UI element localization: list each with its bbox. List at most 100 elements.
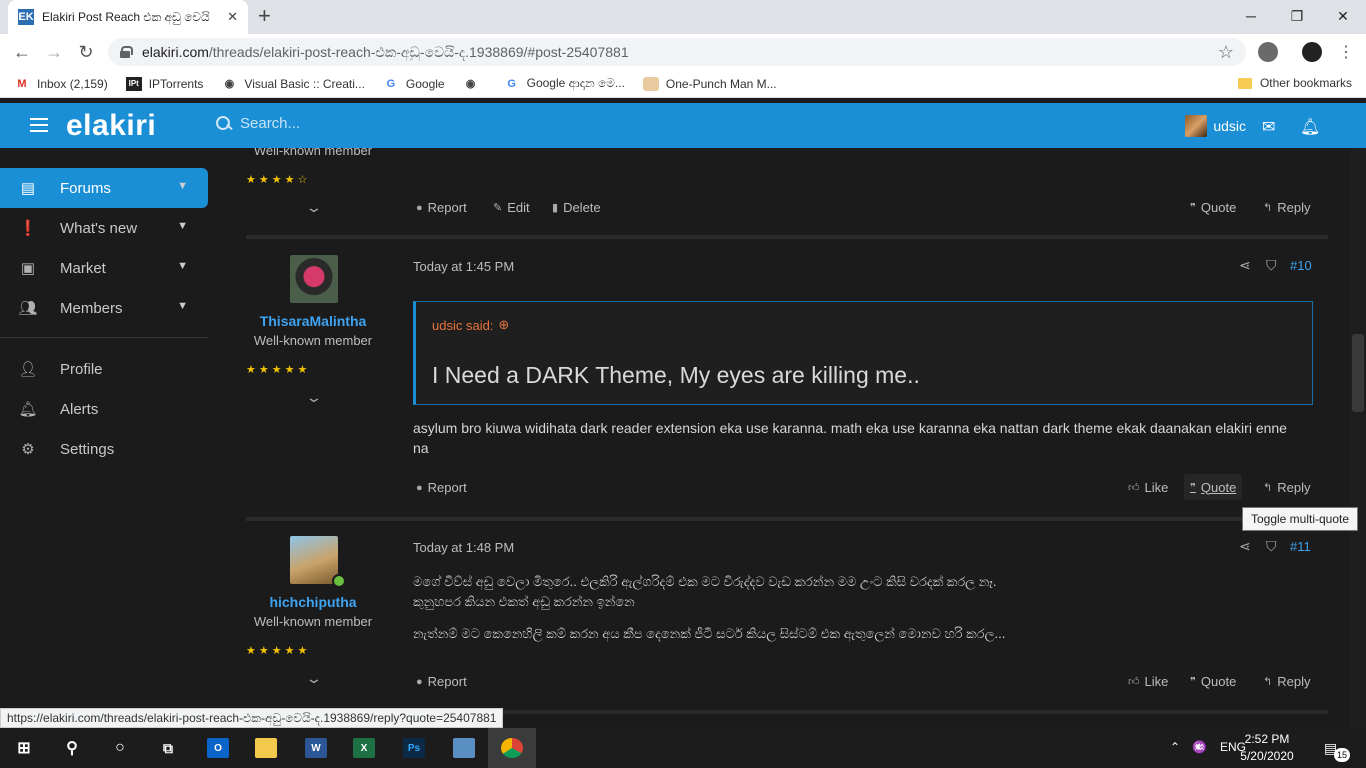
quote-icon: ❞ (1190, 202, 1196, 214)
bookmark-item[interactable]: ◉ (463, 77, 486, 91)
reply-button[interactable]: ↰ Reply (1263, 674, 1310, 689)
chevron-down-icon[interactable]: ⌄ (305, 670, 323, 687)
sidebar-divider (0, 337, 208, 338)
settings-icon: ⚙ (21, 441, 35, 458)
volume-icon[interactable]: 🔈︎ (1196, 739, 1203, 754)
like-button[interactable]: 👍︎ Like (1128, 480, 1168, 495)
chevron-down-icon[interactable]: ▼ (177, 220, 188, 232)
tray-overflow-icon[interactable]: ⌃ (1170, 740, 1180, 754)
bookmark-icon[interactable]: ⛉ (1266, 257, 1277, 274)
lock-icon (120, 46, 133, 58)
arrow-up-circle-icon[interactable]: ⊕ (498, 317, 509, 333)
edit-button[interactable]: ✎ Edit (493, 200, 530, 215)
report-button[interactable]: ● Report (416, 674, 467, 689)
window-close-button[interactable]: ✕ (1320, 0, 1366, 32)
bell-icon[interactable]: 🔔︎ (1300, 117, 1320, 137)
quote-block: udsic said: ⊕ I Need a DARK Theme, My eye… (413, 301, 1313, 405)
bookmark-item[interactable]: G Google (383, 77, 445, 91)
quote-author[interactable]: udsic said: ⊕ (432, 317, 509, 333)
sidebar-item-whats-new[interactable]: ❗ What's new ▼ (0, 208, 208, 248)
like-button[interactable]: 👍︎ Like (1128, 674, 1168, 689)
post-divider (246, 517, 1328, 521)
link-status-bar: https://elakiri.com/threads/elakiri-post… (0, 708, 504, 728)
bookmark-item[interactable]: G Google ආදාන මෙ... (504, 76, 625, 91)
chevron-down-icon[interactable]: ⌄ (305, 389, 323, 406)
site-logo[interactable]: elakiri (66, 109, 156, 143)
post-date[interactable]: Today at 1:45 PM (413, 259, 514, 274)
start-button[interactable]: ⊞ (0, 728, 48, 768)
maximize-button[interactable]: ❐ (1274, 0, 1320, 32)
address-bar[interactable]: elakiri.com/threads/elakiri-post-reach-එ… (108, 38, 1246, 66)
chevron-down-icon[interactable]: ▼ (177, 180, 188, 192)
report-button[interactable]: ● Report (416, 480, 467, 495)
back-button[interactable]: ← (10, 40, 34, 64)
browser-menu-icon[interactable]: ⋮ (1334, 40, 1358, 64)
browser-tab[interactable]: EK Elakiri Post Reach එක අඩු වෙයි ✕ (8, 0, 248, 34)
post-username[interactable]: hichchiputha (238, 594, 388, 610)
chevron-down-icon[interactable]: ⌄ (305, 199, 323, 216)
sidebar-item-settings[interactable]: ⚙ Settings (0, 429, 208, 469)
tab-close-icon[interactable]: ✕ (227, 9, 238, 25)
reply-button[interactable]: ↰ Reply (1263, 200, 1310, 215)
cortana-button[interactable]: ○ (96, 728, 144, 768)
sidebar-item-alerts[interactable]: 🔔︎ Alerts (0, 389, 208, 429)
word-app[interactable]: W (292, 728, 340, 768)
profile-avatar[interactable] (1302, 42, 1322, 62)
bookmark-item[interactable]: IPt IPTorrents (125, 76, 203, 91)
bookmark-item[interactable]: ◉ Visual Basic :: Creati... (221, 77, 365, 91)
post-number[interactable]: #10 (1290, 258, 1312, 273)
minimize-button[interactable]: ─ (1228, 0, 1274, 32)
avatar[interactable] (290, 255, 338, 303)
bookmark-item[interactable]: M Inbox (2,159) (14, 77, 107, 91)
sidebar: ▤ Forums ▼ ❗ What's new ▼ ▣ Market ▼ 👥︎ … (0, 148, 216, 727)
quote-button[interactable]: ❞ Quote (1190, 674, 1236, 689)
elakiri-favicon-icon: EK (18, 9, 34, 25)
reload-button[interactable]: ↻ (74, 40, 98, 64)
system-clock[interactable]: 2:52 PM 5/20/2020 (1232, 731, 1302, 765)
post-number[interactable]: #11 (1290, 539, 1311, 554)
bookmark-star-icon[interactable]: ☆ (1218, 42, 1234, 63)
chevron-down-icon[interactable]: ▼ (177, 300, 188, 312)
report-button[interactable]: ● Report (416, 200, 467, 215)
chevron-down-icon[interactable]: ▼ (177, 260, 188, 272)
task-view-button[interactable]: ⧉ (144, 728, 192, 768)
quote-button[interactable]: ❞ Quote (1190, 200, 1236, 215)
photoshop-app[interactable]: Ps (390, 728, 438, 768)
search-bar[interactable]: Search... (216, 115, 300, 132)
sidebar-item-market[interactable]: ▣ Market ▼ (0, 248, 208, 288)
post-username[interactable]: ThisaraMalintha (238, 313, 388, 329)
post-date[interactable]: Today at 1:48 PM (413, 540, 514, 555)
excel-icon: X (353, 738, 375, 758)
share-icon[interactable]: ⋖ (1239, 538, 1251, 555)
forward-button[interactable]: → (42, 40, 66, 64)
inbox-icon[interactable]: ✉ (1262, 117, 1275, 137)
scrollbar-thumb[interactable] (1352, 334, 1364, 412)
google-icon: G (507, 77, 516, 90)
sidebar-item-profile[interactable]: 👤︎ Profile (0, 349, 208, 389)
incognito-extension-icon[interactable] (1258, 42, 1278, 62)
search-input[interactable]: Search... (240, 115, 300, 132)
file-explorer-app[interactable] (242, 728, 290, 768)
sidebar-item-members[interactable]: 👥︎ Members ▼ (0, 288, 208, 328)
delete-button[interactable]: ▮ Delete (552, 200, 601, 215)
user-title: Well-known member (253, 333, 373, 348)
new-tab-button[interactable]: + (258, 5, 271, 27)
search-taskbar-button[interactable]: ⚲ (48, 728, 96, 768)
chrome-app[interactable] (488, 728, 536, 768)
bookmark-item[interactable]: One-Punch Man M... (642, 76, 777, 91)
avatar[interactable] (290, 536, 338, 584)
page-scrollbar[interactable] (1350, 148, 1366, 727)
share-icon[interactable]: ⋖ (1239, 257, 1251, 274)
reply-button[interactable]: ↰ Reply (1263, 480, 1310, 495)
sidebar-item-forums[interactable]: ▤ Forums ▼ (0, 168, 208, 208)
bookmark-icon[interactable]: ⛉ (1266, 538, 1277, 555)
other-bookmarks[interactable]: Other bookmarks (1237, 76, 1352, 90)
report-icon: ● (416, 201, 423, 214)
quote-button[interactable]: ❞ Quote (1184, 474, 1243, 500)
outlook-app[interactable]: O (194, 728, 242, 768)
excel-app[interactable]: X (340, 728, 388, 768)
hamburger-menu-icon[interactable] (30, 118, 48, 132)
user-menu[interactable]: udsic (1185, 115, 1246, 137)
remote-desktop-app[interactable] (440, 728, 488, 768)
sidebar-item-label: Members (60, 299, 123, 317)
